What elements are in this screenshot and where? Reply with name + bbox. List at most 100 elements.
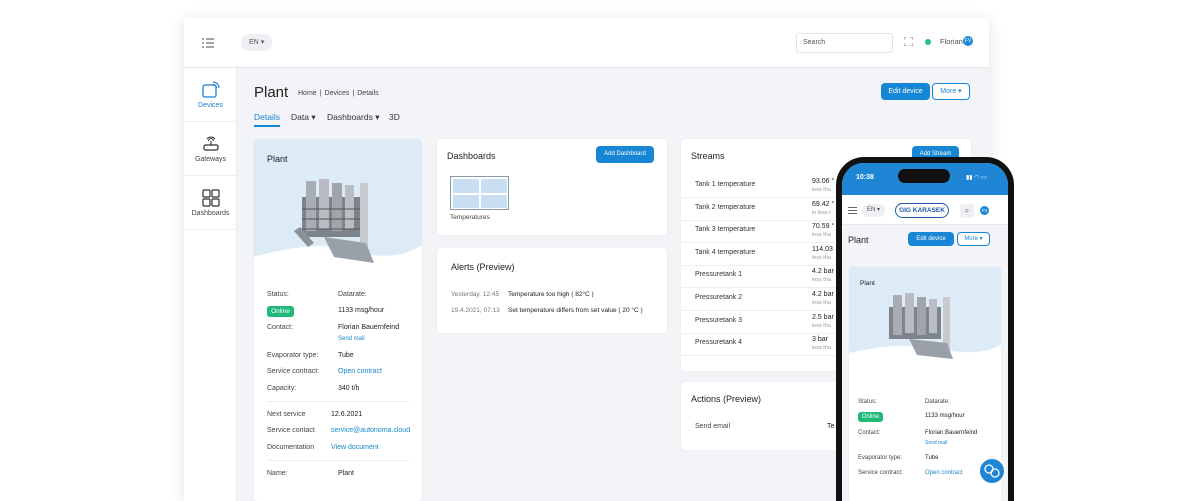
evaporator-value: Tube — [338, 352, 354, 359]
sidebar-item-label: Gateways — [194, 156, 227, 163]
view-document-link[interactable]: View document — [331, 444, 379, 451]
more-label: More — [964, 236, 978, 242]
sidebar-item-gateways[interactable]: Gateways — [184, 122, 237, 176]
sidebar-item-label: Dashboards — [191, 210, 230, 217]
actions-card-title: Actions (Preview) — [691, 394, 762, 404]
search-icon[interactable]: ⌕ — [960, 204, 974, 218]
stream-timestamp: less tha — [812, 277, 831, 284]
contact-label: Contact: — [267, 324, 294, 331]
datarate-label: Datarate: — [925, 399, 950, 405]
language-select[interactable]: EN ▾ — [241, 34, 273, 51]
language-value: EN — [249, 39, 259, 46]
dashboard-thumbnail-label[interactable]: Temperatures — [450, 214, 490, 221]
stream-name: Pressuretank 4 — [695, 339, 743, 347]
sidebar-item-dashboards[interactable]: Dashboards — [184, 176, 237, 230]
alerts-card: Alerts (Preview) Yesterday, 12:45 Temper… — [437, 248, 667, 333]
phone-mockup: 10:38 ▮▮ ◠ ▭ EN ▾ GIG KARASEK ⌕ FV Plant… — [836, 157, 1014, 501]
stream-value: 114.03 — [812, 245, 833, 253]
contact-value: Florian Bauernfeind — [925, 430, 978, 436]
status-label: Status: — [858, 399, 877, 405]
send-mail-link[interactable]: Send mail — [338, 336, 365, 342]
devices-icon — [201, 81, 220, 98]
search-input[interactable]: Search — [796, 33, 893, 53]
stream-timestamp: in less t — [812, 209, 831, 216]
evaporator-label: Evaporator type: — [858, 455, 903, 461]
dashboards-card: Dashboards Add Dashboard Temperatures — [437, 139, 667, 235]
alert-time: Yesterday, 12:45 — [451, 291, 500, 298]
documentation-label: Documentation — [267, 444, 315, 451]
fullscreen-icon[interactable] — [904, 37, 913, 46]
next-service-value: 12.6.2021 — [331, 411, 363, 418]
avatar[interactable]: FV — [963, 36, 973, 46]
alert-time: 19.4.2021, 07:13 — [451, 307, 500, 314]
menu-icon[interactable] — [848, 207, 857, 214]
contract-label: Service contract: — [267, 368, 320, 375]
alert-text: Set temperature differs from set value (… — [508, 307, 643, 314]
stream-name: Pressuretank 1 — [695, 271, 743, 279]
tab-details[interactable]: Details — [254, 112, 280, 127]
avatar[interactable]: FV — [980, 206, 989, 215]
tab-label: Data — [291, 112, 309, 122]
stream-name: Pressuretank 2 — [695, 294, 743, 301]
stream-value: 70.59 ° — [812, 223, 835, 231]
breadcrumb-details: Details — [357, 90, 379, 97]
more-button[interactable]: More ▾ — [932, 83, 970, 100]
name-value: Plant — [338, 470, 354, 477]
open-contract-link[interactable]: Open contract — [925, 470, 963, 476]
menu-icon[interactable] — [202, 38, 214, 48]
stream-value: 69.42 ° — [812, 200, 835, 208]
stream-value: 3 bar — [812, 336, 828, 344]
send-mail-link[interactable]: Send mail — [925, 440, 947, 446]
add-dashboard-button[interactable]: Add Dashboard — [596, 146, 654, 163]
action-name: Send email — [695, 423, 731, 430]
gig-karasek-logo: GIG KARASEK — [895, 203, 949, 218]
user-name[interactable]: Florian — [940, 37, 963, 46]
sidebar-item-label: Devices — [198, 102, 223, 109]
sidebar: Devices Gateways Dashboards — [184, 68, 237, 501]
phone-card-title: Plant — [860, 280, 875, 287]
stream-name: Tank 2 temperature — [695, 203, 756, 211]
edit-device-button[interactable]: Edit device — [881, 83, 930, 100]
tab-data[interactable]: Data ▾ — [291, 112, 316, 123]
stream-name: Tank 4 temperature — [695, 248, 756, 256]
breadcrumb-home[interactable]: Home — [298, 90, 317, 97]
evaporator-value: Tube — [925, 455, 939, 461]
contract-label: Service contract: — [858, 470, 903, 476]
dashboard-thumbnail[interactable] — [450, 176, 509, 210]
tab-dashboards[interactable]: Dashboards ▾ — [327, 112, 379, 123]
top-bar: EN ▾ Search Florian FV — [184, 18, 989, 68]
status-label: Status: — [267, 291, 289, 298]
stream-timestamp: less tha — [812, 232, 831, 239]
divider — [267, 460, 409, 461]
chevron-down-icon: ▾ — [260, 39, 265, 46]
contact-value: Florian Bauernfeind — [338, 324, 400, 331]
assistant-fab-icon[interactable] — [978, 457, 1006, 485]
online-status-dot — [925, 39, 931, 45]
stream-timestamp: less tha — [812, 254, 831, 261]
stream-timestamp: less tha — [812, 187, 831, 193]
phone-screen: 10:38 ▮▮ ◠ ▭ EN ▾ GIG KARASEK ⌕ FV Plant… — [842, 163, 1008, 501]
language-select[interactable]: EN ▾ — [862, 204, 886, 217]
edit-device-button[interactable]: Edit device — [908, 232, 954, 246]
breadcrumb-devices[interactable]: Devices — [325, 90, 350, 97]
gateway-icon — [202, 136, 219, 151]
phone-status-bar: 10:38 ▮▮ ◠ ▭ — [842, 163, 1008, 195]
stream-timestamp: less tha — [812, 322, 831, 329]
phone-top-bar: EN ▾ GIG KARASEK ⌕ FV — [842, 195, 1008, 225]
tab-3d[interactable]: 3D — [389, 112, 400, 122]
stream-timestamp: less tha — [812, 300, 831, 306]
dashboards-card-title: Dashboards — [447, 151, 496, 161]
open-contract-link[interactable]: Open contract — [338, 368, 382, 375]
evaporator-label: Evaporator type: — [267, 352, 319, 359]
datarate-label: Datarate: — [338, 291, 367, 298]
stream-value: 4.2 bar — [812, 268, 834, 276]
language-value: EN — [867, 207, 876, 213]
stream-name: Pressuretank 3 — [695, 316, 743, 324]
signal-wifi-battery-icon: ▮▮ ◠ ▭ — [966, 175, 987, 181]
more-button[interactable]: More ▾ — [957, 232, 990, 246]
divider — [267, 401, 409, 402]
service-contact-link[interactable]: service@autonoma.cloud — [331, 427, 410, 434]
sidebar-item-devices[interactable]: Devices — [184, 68, 237, 122]
plant-card-title: Plant — [267, 154, 288, 164]
status-badge: Online — [858, 412, 883, 422]
